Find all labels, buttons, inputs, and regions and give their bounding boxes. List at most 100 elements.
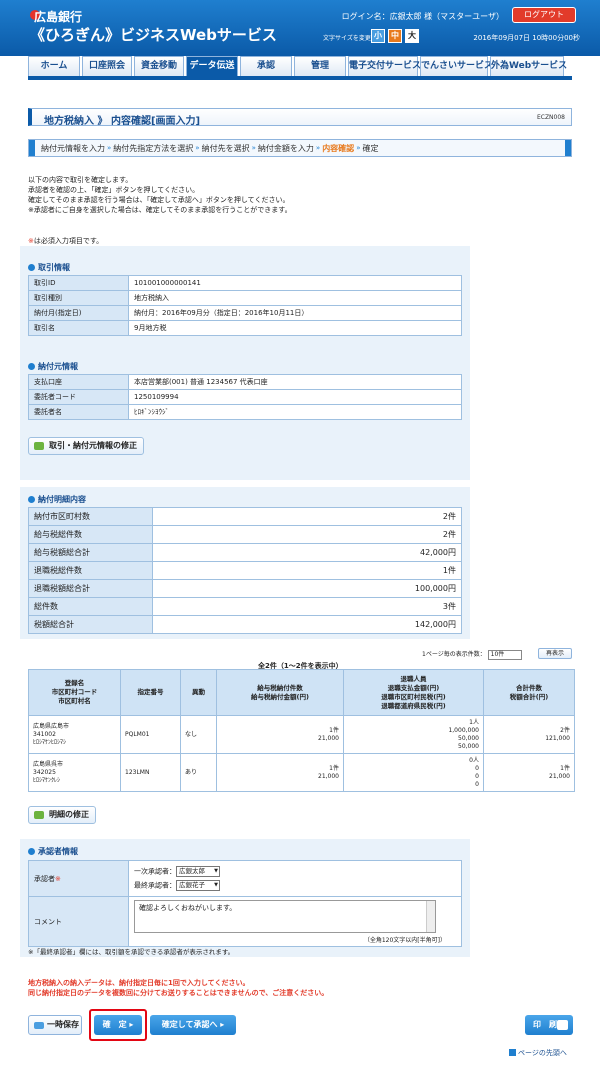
header-text: 退職市区町村民税(円) (381, 692, 446, 701)
table-row: 支払口座 本店営業部(001) 普通 1234567 代表口座 (28, 374, 462, 390)
header-text: 登録名 (64, 679, 85, 687)
tab-forex[interactable]: 外為Webサービス (490, 56, 567, 76)
cell-registration: 広島県広島市 341002 ﾋﾛｼﾏｹﾝﾋﾛｼﾏｼ (28, 715, 121, 754)
first-approver-row: 一次承認者： 広銀太郎 (134, 866, 456, 877)
cell-text: 0 (475, 764, 479, 772)
row-value: 2件 (152, 507, 462, 526)
cell-number: 123LMN (120, 753, 181, 792)
progress-steps: 納付元情報を入力 » 納付先指定方法を選択 » 納付先を選択 » 納付金額を入力… (28, 139, 572, 157)
heading-text: 取引情報 (38, 263, 70, 272)
cell-number: PQLM01 (120, 715, 181, 754)
tab-densai[interactable]: でんさいサービス (420, 56, 493, 76)
cell-text: 広島県広島市 (33, 722, 70, 730)
table-row: 委託者コード 1250109994 (28, 389, 462, 405)
font-small-button[interactable]: 小 (371, 29, 385, 43)
header-text: 合計件数 (516, 683, 542, 692)
header-text: 給与税納付金額(円) (251, 692, 309, 701)
final-approver-select[interactable]: 広銀花子 (176, 880, 220, 891)
warning-line: 同じ納付指定日のデータを複数回に分けてお送りすることはできませんので、ご注意くだ… (28, 989, 329, 997)
step-payer-input: 納付元情報を入力 (41, 143, 105, 153)
cell-text: 0 (475, 772, 479, 780)
confirm-approve-button[interactable]: 確定して承認へ ▸ (150, 1015, 236, 1035)
table-row: 広島県広島市 341002 ﾋﾛｼﾏｹﾝﾋﾛｼﾏｼ PQLM01 なし 1件 21,0… (28, 715, 575, 754)
payer-info-table: 支払口座 本店営業部(001) 普通 1234567 代表口座 委託者コード 125… (28, 374, 462, 420)
tab-home[interactable]: ホーム (28, 56, 80, 76)
step-arrow-icon: » (315, 144, 321, 152)
table-header-row: 登録名 市区町村コード 市区町村名 指定番号 異動 給与税納付件数 給与税納付金額(円… (28, 669, 575, 716)
per-page-select[interactable]: 10件 (487, 649, 522, 660)
cell-text: 50,000 (458, 742, 479, 750)
payment-detail-heading: 納付明細内容 (28, 494, 86, 505)
pencil-icon (34, 811, 44, 819)
button-label: 確定して承認へ (161, 1020, 218, 1029)
confirm-button[interactable]: 確 定 ▸ (94, 1015, 142, 1035)
cell-text: 21,000 (318, 772, 339, 780)
bank-name: 広島銀行 (34, 10, 83, 24)
approver-footnote: ※「最終承認者」欄には、取引額を承認できる承認者が表示されます。 (28, 948, 235, 956)
step-confirm-content: 内容確認 (322, 143, 355, 153)
tab-account-inquiry[interactable]: 口座照会 (82, 56, 132, 76)
table-row: 給与税額総合計 42,000円 (28, 543, 462, 562)
label-text: 承認者 (34, 874, 55, 883)
required-note-text: は必須入力項目です。 (33, 237, 104, 245)
step-arrow-icon: » (356, 144, 361, 152)
cell-total: 2件 121,000 (483, 715, 575, 754)
temp-save-button[interactable]: 一時保存 (28, 1015, 82, 1035)
tab-e-delivery[interactable]: 電子交付サービス (348, 56, 421, 76)
cell-text: 0人 (469, 756, 479, 764)
datetime: 2016年09月07日 10時00分00秒 (473, 34, 580, 42)
tab-data-transmission[interactable]: データ伝送 (186, 56, 238, 76)
font-medium-button[interactable]: 中 (388, 29, 402, 43)
comment-textarea[interactable]: 確認よろしくおねがいします。 (134, 899, 436, 933)
row-label: 取引種別 (28, 290, 129, 306)
transaction-info-heading: 取引情報 (28, 262, 70, 273)
tab-approval[interactable]: 承認 (240, 56, 292, 76)
page-top-link[interactable]: ページの先頭へ (509, 1048, 567, 1058)
cell-text: 341002 (33, 730, 56, 738)
cell-text: 21,000 (318, 734, 339, 742)
fix-detail-button[interactable]: 明細の修正 (28, 806, 96, 824)
tab-management[interactable]: 管理 (294, 56, 346, 76)
cell-text: 1,000,000 (448, 726, 479, 734)
per-page-control: 1ページ毎の表示件数： 10件 (422, 649, 522, 660)
approver-heading: 承認者情報 (28, 846, 78, 857)
chevron-right-icon: ▸ (129, 1020, 134, 1029)
first-approver-select[interactable]: 広銀太郎 (176, 866, 220, 877)
row-value: ﾋﾛｷﾞﾝｼﾖｳｼﾞ (128, 404, 462, 420)
table-row: 取引ID 101001000000141 (28, 275, 462, 291)
table-row: 広島県呉市 342025 ﾋﾛｼﾏｹﾝｸﾚｼ 123LMN あり 1件 21,000 … (28, 753, 575, 792)
button-label: 取引・納付元情報の修正 (49, 441, 137, 450)
cell-text: 1件 (329, 764, 339, 772)
fix-transaction-button[interactable]: 取引・納付元情報の修正 (28, 437, 144, 455)
intro-text: 以下の内容で取引を確定します。 承認者を確認の上、「確定」ボタンを押してください… (28, 175, 572, 215)
print-button[interactable]: 印 刷 (525, 1015, 573, 1035)
cell-text: 21,000 (549, 772, 570, 780)
nav-bar (28, 76, 572, 80)
payer-info-heading: 納付元情報 (28, 361, 78, 372)
row-label: 給与税額総合計 (28, 543, 153, 562)
payment-detail-table: 納付市区町村数 2件 給与税総件数 2件 給与税額総合計 42,000円 退職税総件数… (28, 507, 462, 634)
row-label: 支払口座 (28, 374, 129, 390)
first-approver-label: 一次承認者： (134, 867, 176, 876)
header-text: 市区町村名 (58, 697, 91, 705)
approver-cell: 一次承認者：広銀太郎 最終承認者：広銀花子 (128, 860, 462, 897)
tab-fund-transfer[interactable]: 資金移動 (134, 56, 184, 76)
cell-change: あり (180, 753, 217, 792)
font-large-button[interactable]: 大 (405, 29, 419, 43)
row-label: 総件数 (28, 597, 153, 616)
font-size-label: 文字サイズを変更 (323, 35, 371, 42)
col-change: 異動 (180, 669, 217, 716)
heading-text: 納付明細内容 (38, 495, 86, 504)
col-number: 指定番号 (120, 669, 181, 716)
table-row: 給与税総件数 2件 (28, 525, 462, 544)
col-retirement: 退職人員 退職支払金額(円) 退職市区町村民税(円) 退職都道府県民税(円) (343, 669, 484, 716)
cell-change: なし (180, 715, 217, 754)
logout-button[interactable]: ログアウト (512, 7, 576, 23)
table-row: 取引種別 地方税納入 (28, 290, 462, 306)
row-value: 2件 (152, 525, 462, 544)
arrow-up-icon (509, 1049, 516, 1056)
bullet-icon (28, 848, 35, 855)
approver-table: 承認者※ 一次承認者：広銀太郎 最終承認者：広銀花子 コメント 確認よろしくおね… (28, 860, 462, 947)
row-value: 地方税納入 (128, 290, 462, 306)
redisplay-button[interactable]: 再表示 (538, 648, 572, 659)
